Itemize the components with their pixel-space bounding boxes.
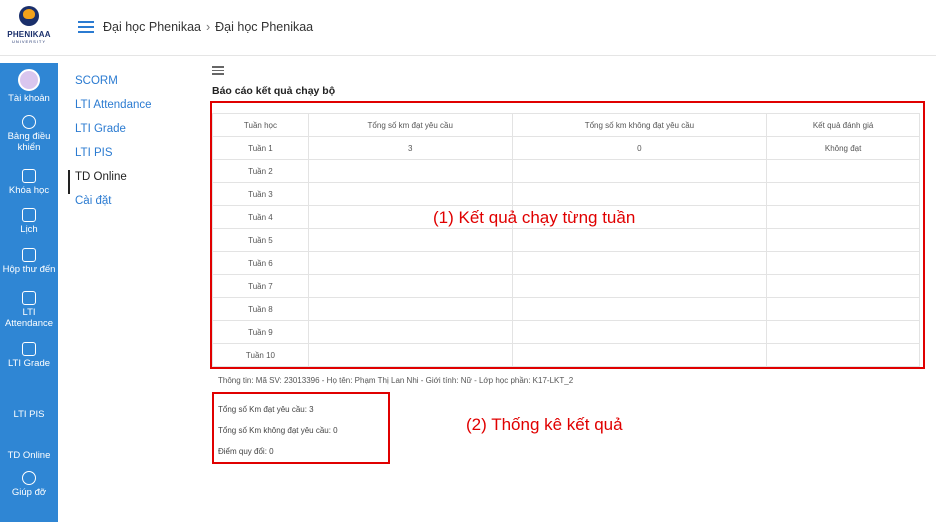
help-icon — [22, 471, 36, 485]
logo-emblem-icon — [19, 6, 39, 26]
course-nav-lti-grade[interactable]: LTI Grade — [68, 122, 188, 146]
course-nav-lti-attendance[interactable]: LTI Attendance — [68, 98, 188, 122]
user-avatar-icon — [18, 69, 40, 91]
nav-lti-attendance[interactable]: LTI Attendance — [0, 291, 58, 329]
nav-label: Giúp đỡ — [11, 487, 47, 498]
nav-label: Tài khoản — [8, 93, 50, 104]
nav-courses[interactable]: Khóa học — [0, 169, 58, 196]
course-nav-settings[interactable]: Cài đặt — [68, 194, 188, 218]
inbox-icon — [22, 248, 36, 262]
breadcrumb-separator-icon: › — [205, 20, 211, 34]
report-title: Báo cáo kết quả chạy bộ — [212, 85, 336, 97]
calendar-icon — [22, 208, 36, 222]
course-nav-menu: SCORM LTI Attendance LTI Grade LTI PIS T… — [68, 74, 188, 218]
dashboard-icon — [22, 115, 36, 129]
breadcrumb-item[interactable]: Đại học Phenikaa — [215, 20, 313, 34]
nav-td-online[interactable]: TD Online — [0, 450, 58, 461]
course-nav-scorm[interactable]: SCORM — [68, 74, 188, 98]
top-bar: PHENIKAA UNIVERSITY Đại học Phenikaa › Đại… — [0, 0, 936, 56]
course-icon — [22, 169, 36, 183]
nav-label: LTI Attendance — [4, 307, 54, 329]
nav-label: LTI PIS — [13, 409, 45, 420]
phenikaa-logo[interactable]: PHENIKAA UNIVERSITY — [4, 6, 54, 50]
weekly-results-annotation: (1) Kết quả chạy từng tuần — [433, 208, 636, 227]
weekly-results-highlight — [210, 101, 925, 369]
breadcrumb-item[interactable]: Đại học Phenikaa — [103, 20, 201, 34]
nav-inbox[interactable]: Hộp thư đến — [0, 248, 58, 275]
nav-dashboard[interactable]: Bảng điều khiển — [0, 115, 58, 153]
logo-text: PHENIKAA — [7, 30, 51, 39]
grade-icon — [22, 342, 36, 356]
student-info: Thông tin: Mã SV: 23013396 - Họ tên: Phạ… — [218, 376, 574, 385]
nav-lti-grade[interactable]: LTI Grade — [0, 342, 58, 369]
nav-label: Lịch — [20, 224, 38, 235]
breadcrumb: Đại học Phenikaa › Đại học Phenikaa — [103, 20, 313, 34]
course-nav-td-online[interactable]: TD Online — [68, 170, 188, 194]
nav-account[interactable]: Tài khoản — [0, 69, 58, 104]
course-nav-lti-pis[interactable]: LTI PIS — [68, 146, 188, 170]
nav-calendar[interactable]: Lịch — [0, 208, 58, 235]
summary-highlight — [212, 392, 390, 464]
summary-annotation: (2) Thống kê kết quả — [466, 415, 623, 434]
nav-help[interactable]: Giúp đỡ — [0, 471, 58, 498]
logo-subtext: UNIVERSITY — [11, 39, 46, 44]
content-menu-icon[interactable] — [212, 66, 224, 75]
document-icon — [22, 291, 36, 305]
nav-label: Hộp thư đến — [2, 264, 56, 275]
nav-label: LTI Grade — [7, 358, 51, 369]
global-nav-sidebar: Tài khoản Bảng điều khiển Khóa học Lịch … — [0, 63, 58, 522]
menu-toggle-icon[interactable] — [78, 21, 94, 33]
nav-lti-pis[interactable]: LTI PIS — [0, 409, 58, 420]
nav-label: Bảng điều khiển — [7, 131, 51, 153]
nav-label: Khóa học — [8, 185, 50, 196]
nav-label: TD Online — [7, 450, 51, 461]
page: PHENIKAA UNIVERSITY Đại học Phenikaa › Đại… — [0, 0, 936, 522]
